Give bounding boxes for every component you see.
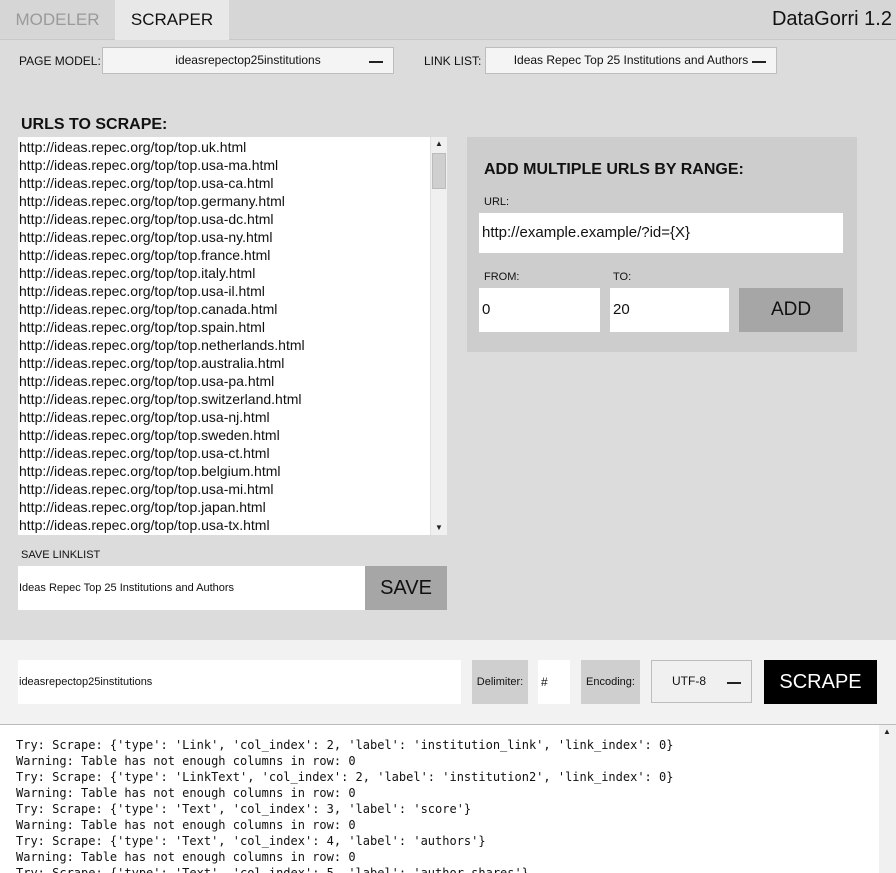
log-line: Try: Scrape: {'type': 'Text', 'col_index… bbox=[16, 802, 472, 816]
scroll-thumb[interactable] bbox=[432, 153, 446, 189]
url-list-item[interactable]: http://ideas.repec.org/top/top.usa-tx.ht… bbox=[19, 516, 429, 534]
delimiter-input[interactable]: # bbox=[538, 660, 570, 704]
range-from-input[interactable]: 0 bbox=[479, 288, 600, 332]
url-list-item[interactable]: http://ideas.repec.org/top/top.uk.html bbox=[19, 138, 429, 156]
url-list-item[interactable]: http://ideas.repec.org/top/top.canada.ht… bbox=[19, 300, 429, 318]
url-list[interactable]: http://ideas.repec.org/top/top.uk.html ht… bbox=[18, 137, 447, 535]
log-line: Warning: Table has not enough columns in… bbox=[16, 818, 356, 832]
url-list-item[interactable]: http://ideas.repec.org/top/top.usa-il.ht… bbox=[19, 282, 429, 300]
save-button[interactable]: SAVE bbox=[365, 566, 447, 610]
url-list-item[interactable]: http://ideas.repec.org/top/top.usa-pa.ht… bbox=[19, 372, 429, 390]
top-bar: MODELER SCRAPER DataGorri 1.2 bbox=[0, 0, 896, 40]
page-model-dropdown[interactable]: ideasrepectop25institutions bbox=[102, 47, 394, 74]
url-list-item[interactable]: http://ideas.repec.org/top/top.usa-dc.ht… bbox=[19, 210, 429, 228]
url-list-scrollbar[interactable]: ▲ ▼ bbox=[430, 137, 447, 535]
url-list-item[interactable]: http://ideas.repec.org/top/top.netherlan… bbox=[19, 336, 429, 354]
link-list-dropdown[interactable]: Ideas Repec Top 25 Institutions and Auth… bbox=[485, 47, 777, 74]
dropdown-arrow-icon bbox=[369, 61, 383, 63]
scrape-bar: ideasrepectop25institutions Delimiter: #… bbox=[0, 640, 896, 724]
linklist-name-input[interactable]: Ideas Repec Top 25 Institutions and Auth… bbox=[18, 566, 365, 610]
dropdown-arrow-icon bbox=[727, 682, 741, 684]
dropdown-arrow-icon bbox=[752, 61, 766, 63]
log-lines: Try: Scrape: {'type': 'Link', 'col_index… bbox=[16, 737, 673, 873]
encoding-label: Encoding: bbox=[581, 660, 640, 704]
log-line: Warning: Table has not enough columns in… bbox=[16, 786, 356, 800]
url-list-item[interactable]: http://ideas.repec.org/top/top.usa-nj.ht… bbox=[19, 408, 429, 426]
encoding-value: UTF-8 bbox=[672, 674, 706, 688]
url-list-item[interactable]: http://ideas.repec.org/top/top.usa-ny.ht… bbox=[19, 228, 429, 246]
link-list-value: Ideas Repec Top 25 Institutions and Auth… bbox=[513, 53, 749, 67]
scroll-up-icon[interactable]: ▲ bbox=[879, 725, 895, 739]
url-list-item[interactable]: http://ideas.repec.org/top/top.usa-ca.ht… bbox=[19, 174, 429, 192]
url-list-items: http://ideas.repec.org/top/top.uk.html ht… bbox=[19, 138, 429, 534]
save-linklist-label: SAVE LINKLIST bbox=[21, 549, 101, 561]
log-line: Try: Scrape: {'type': 'LinkText', 'col_i… bbox=[16, 770, 674, 784]
range-url-label: URL: bbox=[484, 196, 510, 208]
url-list-item[interactable]: http://ideas.repec.org/top/top.usa-mi.ht… bbox=[19, 480, 429, 498]
delimiter-label: Delimiter: bbox=[472, 660, 528, 704]
log-line: Try: Scrape: {'type': 'Text', 'col_index… bbox=[16, 866, 529, 873]
log-line: Try: Scrape: {'type': 'Link', 'col_index… bbox=[16, 738, 674, 752]
scrape-model-input[interactable]: ideasrepectop25institutions bbox=[18, 660, 461, 704]
log-output[interactable]: Try: Scrape: {'type': 'Link', 'col_index… bbox=[0, 724, 896, 873]
add-button[interactable]: ADD bbox=[739, 288, 843, 332]
range-url-input[interactable]: http://example.example/?id={X} bbox=[479, 213, 843, 253]
url-list-item[interactable]: http://ideas.repec.org/top/top.france.ht… bbox=[19, 246, 429, 264]
url-list-item[interactable]: http://ideas.repec.org/top/top.spain.htm… bbox=[19, 318, 429, 336]
url-list-item[interactable]: http://ideas.repec.org/top/top.switzerla… bbox=[19, 390, 429, 408]
urls-to-scrape-title: URLS TO SCRAPE: bbox=[21, 116, 168, 133]
add-range-panel: ADD MULTIPLE URLS BY RANGE: URL: http://… bbox=[467, 137, 857, 352]
page-model-label: PAGE MODEL: bbox=[19, 54, 101, 68]
tab-modeler[interactable]: MODELER bbox=[0, 0, 115, 40]
range-to-input[interactable]: 20 bbox=[610, 288, 729, 332]
encoding-dropdown[interactable]: UTF-8 bbox=[651, 660, 752, 703]
url-list-item[interactable]: http://ideas.repec.org/top/top.usa-ma.ht… bbox=[19, 156, 429, 174]
app-title: DataGorri 1.2 bbox=[771, 8, 892, 30]
range-to-label: TO: bbox=[613, 271, 632, 283]
range-from-label: FROM: bbox=[484, 271, 520, 283]
url-list-item[interactable]: http://ideas.repec.org/top/top.australia… bbox=[19, 354, 429, 372]
page-model-value: ideasrepectop25institutions bbox=[175, 53, 321, 67]
tab-scraper[interactable]: SCRAPER bbox=[115, 0, 229, 40]
log-line: Warning: Table has not enough columns in… bbox=[16, 850, 356, 864]
scroll-up-icon[interactable]: ▲ bbox=[431, 137, 447, 151]
url-list-item[interactable]: http://ideas.repec.org/top/top.usa-ct.ht… bbox=[19, 444, 429, 462]
scrape-button[interactable]: SCRAPE bbox=[764, 660, 877, 704]
url-list-item[interactable]: http://ideas.repec.org/top/top.japan.htm… bbox=[19, 498, 429, 516]
url-list-item[interactable]: http://ideas.repec.org/top/top.italy.htm… bbox=[19, 264, 429, 282]
log-scrollbar[interactable]: ▲ bbox=[879, 725, 896, 873]
log-line: Try: Scrape: {'type': 'Text', 'col_index… bbox=[16, 834, 486, 848]
link-list-label: LINK LIST: bbox=[424, 54, 482, 68]
log-line: Warning: Table has not enough columns in… bbox=[16, 754, 356, 768]
range-panel-title: ADD MULTIPLE URLS BY RANGE: bbox=[484, 161, 744, 178]
url-list-item[interactable]: http://ideas.repec.org/top/top.germany.h… bbox=[19, 192, 429, 210]
url-list-item[interactable]: http://ideas.repec.org/top/top.sweden.ht… bbox=[19, 426, 429, 444]
scroll-down-icon[interactable]: ▼ bbox=[431, 521, 447, 535]
url-list-item[interactable]: http://ideas.repec.org/top/top.belgium.h… bbox=[19, 462, 429, 480]
